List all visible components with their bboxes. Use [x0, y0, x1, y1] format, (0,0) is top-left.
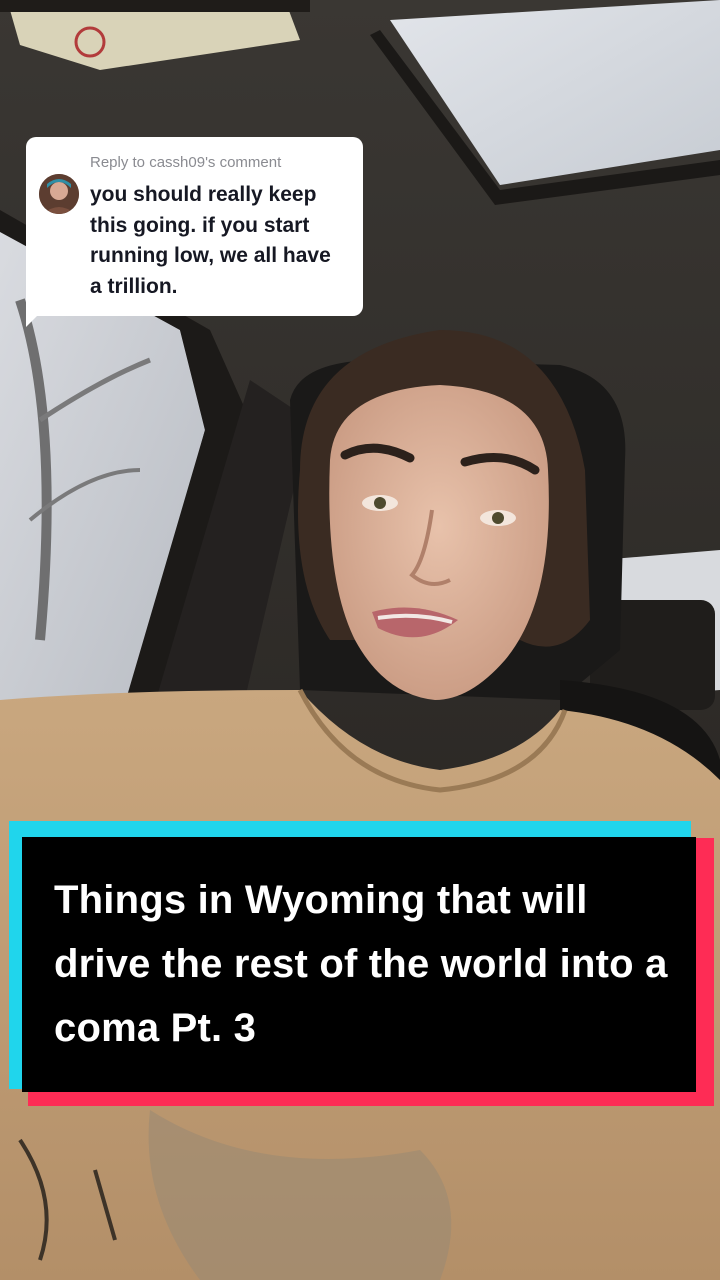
reply-comment-text: you should really keep this going. if yo…	[90, 183, 331, 298]
video-caption-title: Things in Wyoming that will drive the re…	[54, 878, 668, 1050]
commenter-avatar	[39, 174, 79, 214]
video-frame[interactable]: Reply to cassh09's comment you should re…	[0, 0, 720, 1280]
reply-header-label: Reply to cassh09's comment	[90, 154, 282, 171]
reply-comment-sticker[interactable]: Reply to cassh09's comment you should re…	[26, 137, 363, 316]
